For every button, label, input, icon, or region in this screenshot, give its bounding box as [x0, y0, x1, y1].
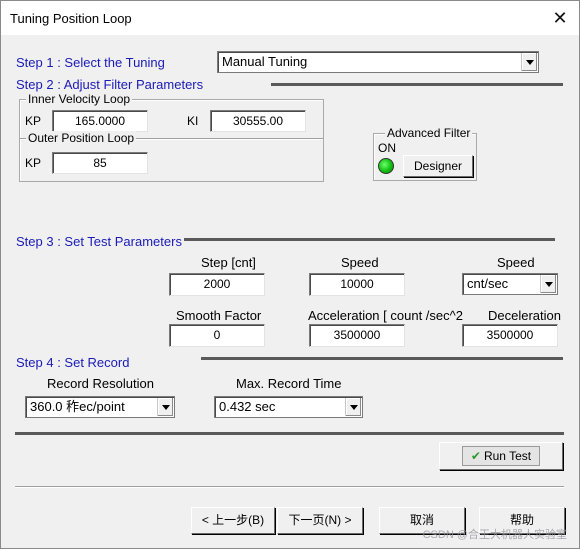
step2-label: Step 2 : Adjust Filter Parameters	[16, 77, 204, 92]
step3-label: Step 3 : Set Test Parameters	[16, 234, 182, 249]
outer-kp-field[interactable]: 85	[52, 152, 148, 174]
close-icon[interactable]: ✕	[549, 7, 571, 29]
record-resolution-select[interactable]: 360.0 秨ec/point	[25, 396, 175, 418]
max-record-time-select[interactable]: 0.432 sec	[214, 396, 363, 418]
inner-ki-field[interactable]: 30555.00	[210, 110, 306, 132]
run-test-inner: ✔ Run Test	[461, 446, 541, 466]
next-button[interactable]: 下一页(N) >	[277, 507, 363, 534]
step3-separator	[184, 238, 555, 241]
speed-label: Speed	[341, 255, 379, 270]
max-record-time-label: Max. Record Time	[236, 376, 342, 391]
outer-position-loop-title: Outer Position Loop	[26, 131, 137, 145]
back-button[interactable]: < 上一步(B)	[191, 507, 275, 534]
watermark: CSDN @合王大机器人实验室	[422, 529, 567, 541]
record-separator	[15, 432, 564, 435]
speed-unit-select[interactable]: cnt/sec	[462, 273, 558, 295]
record-resolution-value: 360.0 秨ec/point	[30, 399, 125, 414]
acceleration-field[interactable]: 3500000	[309, 324, 405, 347]
smooth-factor-label: Smooth Factor	[176, 308, 262, 323]
title-bar: Tuning Position Loop ✕	[1, 1, 579, 35]
smooth-factor-field[interactable]: 0	[169, 324, 265, 347]
record-resolution-label: Record Resolution	[47, 376, 154, 391]
inner-velocity-loop-title: Inner Velocity Loop	[26, 92, 133, 106]
step2-separator	[271, 83, 563, 86]
check-icon: ✔	[470, 449, 481, 463]
led-on-icon	[378, 158, 394, 174]
chevron-down-icon[interactable]	[521, 53, 537, 71]
acceleration-label: Acceleration [ count /sec^2	[308, 308, 463, 323]
deceleration-label: Deceleration	[488, 308, 561, 323]
tuning-mode-select[interactable]: Manual Tuning	[217, 51, 539, 73]
step-cnt-field[interactable]: 2000	[169, 273, 265, 296]
advanced-filter-on-label: ON	[378, 141, 396, 155]
max-record-time-value: 0.432 sec	[219, 399, 276, 414]
inner-ki-label: KI	[187, 114, 199, 128]
step1-label: Step 1 : Select the Tuning	[16, 55, 165, 70]
speed-field[interactable]: 10000	[309, 273, 405, 296]
chevron-down-icon[interactable]	[157, 398, 173, 416]
step4-separator	[201, 357, 563, 360]
step4-label: Step 4 : Set Record	[16, 355, 130, 370]
run-test-button[interactable]: ✔ Run Test	[439, 442, 563, 470]
deceleration-field[interactable]: 3500000	[462, 324, 558, 347]
speed-unit-label: Speed	[497, 255, 535, 270]
tuning-dialog: Tuning Position Loop ✕ Step 1 : Select t…	[0, 0, 580, 549]
chevron-down-icon[interactable]	[345, 398, 361, 416]
window-title: Tuning Position Loop	[10, 11, 132, 26]
designer-button[interactable]: Designer	[403, 155, 473, 177]
inner-kp-label: KP	[25, 114, 42, 128]
tuning-mode-value: Manual Tuning	[222, 54, 308, 69]
speed-unit-value: cnt/sec	[467, 276, 509, 291]
footer-separator	[15, 486, 564, 488]
inner-kp-field[interactable]: 165.0000	[52, 110, 148, 132]
chevron-down-icon[interactable]	[540, 275, 556, 293]
outer-kp-label: KP	[25, 156, 42, 170]
step-cnt-label: Step [cnt]	[201, 255, 256, 270]
run-test-label: Run Test	[483, 449, 532, 463]
advanced-filter-title: Advanced Filter	[385, 126, 473, 140]
